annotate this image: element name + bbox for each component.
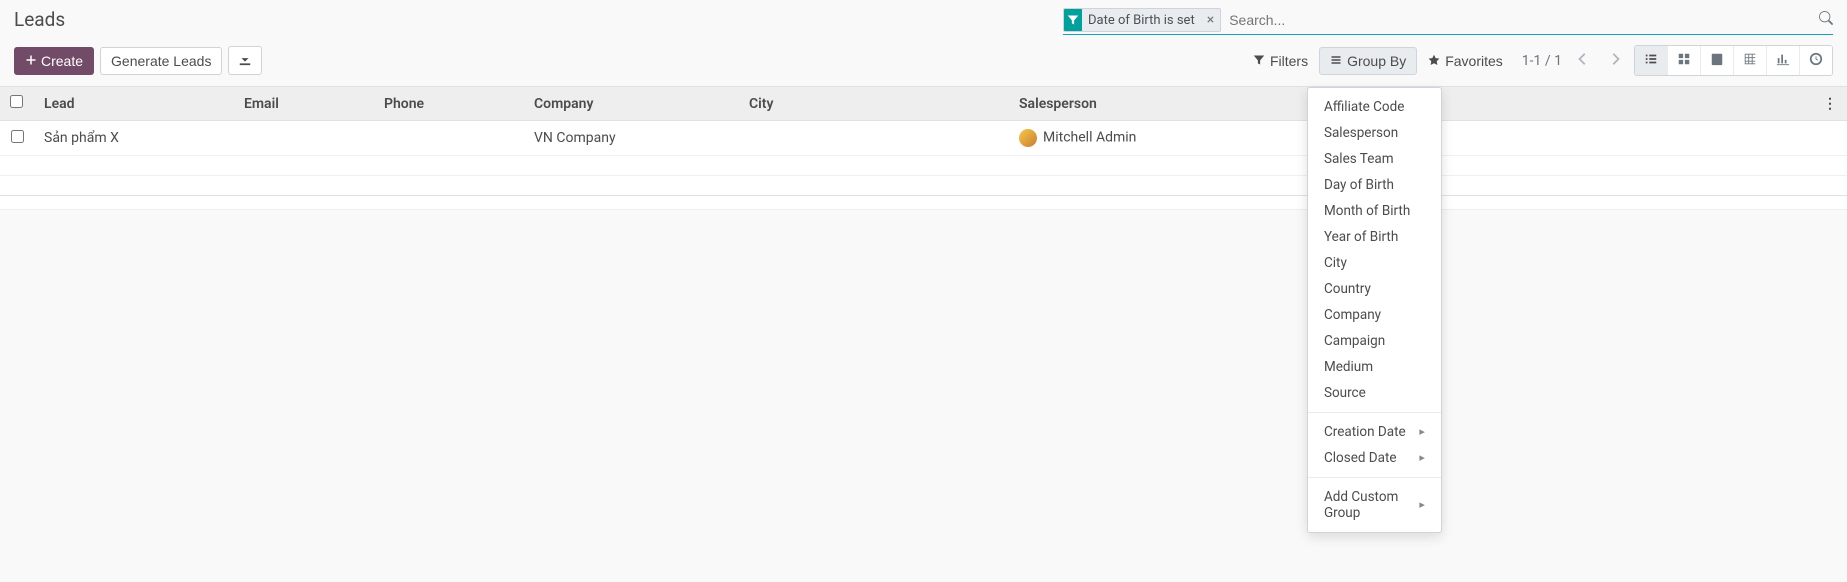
table-footer-stripe xyxy=(0,196,1847,210)
groupby-item-day-of-birth[interactable]: Day of Birth xyxy=(1308,172,1441,198)
select-all-checkbox[interactable] xyxy=(10,95,23,108)
filters-button[interactable]: Filters xyxy=(1242,47,1319,75)
avatar xyxy=(1019,129,1037,147)
filters-label: Filters xyxy=(1270,53,1308,69)
list-icon xyxy=(1644,52,1658,69)
chevron-right-icon: ▸ xyxy=(1419,498,1425,511)
col-company[interactable]: Company xyxy=(524,87,739,121)
generate-leads-label: Generate Leads xyxy=(111,53,211,69)
cell-company: VN Company xyxy=(524,121,739,156)
view-graph[interactable] xyxy=(1767,46,1800,75)
view-activity[interactable] xyxy=(1800,46,1832,75)
groupby-add-custom[interactable]: Add Custom Group ▸ xyxy=(1308,484,1441,526)
groupby-item-country[interactable]: Country xyxy=(1308,276,1441,302)
search-icon[interactable] xyxy=(1819,11,1833,29)
list-icon xyxy=(1330,53,1342,69)
groupby-item-year-of-birth[interactable]: Year of Birth xyxy=(1308,224,1441,250)
pager: 1-1 / 1 xyxy=(1522,48,1626,74)
groupby-label: Group By xyxy=(1347,53,1406,69)
download-icon xyxy=(238,52,252,69)
divider xyxy=(1308,477,1441,478)
select-all-header[interactable] xyxy=(0,87,34,121)
favorites-button[interactable]: Favorites xyxy=(1417,47,1514,75)
cell-email xyxy=(234,121,374,156)
table-empty-row xyxy=(0,156,1847,176)
favorites-label: Favorites xyxy=(1445,53,1503,69)
pager-prev[interactable] xyxy=(1572,48,1594,74)
groupby-item-salesperson[interactable]: Salesperson xyxy=(1308,120,1441,146)
view-switcher xyxy=(1634,45,1833,76)
search-bar[interactable]: Date of Birth is set × xyxy=(1063,8,1833,35)
cell-phone xyxy=(374,121,524,156)
page-title: Leads xyxy=(14,8,65,31)
download-button[interactable] xyxy=(228,46,262,75)
table-row[interactable]: Sản phẩm X VN Company Mitchell Admin Sal… xyxy=(0,121,1847,156)
groupby-item-sales-team[interactable]: Sales Team xyxy=(1308,146,1441,172)
create-button-label: Create xyxy=(41,53,83,69)
groupby-item-city[interactable]: City xyxy=(1308,250,1441,276)
cell-city xyxy=(739,121,1009,156)
cell-lead: Sản phẩm X xyxy=(34,121,234,156)
plus-icon xyxy=(25,53,37,69)
create-button[interactable]: Create xyxy=(14,47,94,75)
leads-table: Lead Email Phone Company City Salesperso… xyxy=(0,86,1847,196)
table-icon xyxy=(1743,52,1757,69)
chevron-right-icon: ▸ xyxy=(1419,451,1425,464)
pager-next[interactable] xyxy=(1604,48,1626,74)
close-icon[interactable]: × xyxy=(1201,12,1220,28)
grid-icon xyxy=(1677,52,1691,69)
groupby-button[interactable]: Group By xyxy=(1319,47,1417,75)
row-checkbox[interactable] xyxy=(11,130,24,143)
divider xyxy=(1308,412,1441,413)
kebab-icon: ⋮ xyxy=(1823,96,1837,112)
groupby-item-campaign[interactable]: Campaign xyxy=(1308,328,1441,354)
col-salesperson[interactable]: Salesperson xyxy=(1009,87,1309,121)
view-list[interactable] xyxy=(1635,46,1668,75)
col-options[interactable]: ⋮ xyxy=(1813,87,1847,121)
view-pivot[interactable] xyxy=(1734,46,1767,75)
cell-salesperson: Mitchell Admin xyxy=(1009,121,1309,156)
filter-chip-dob-set[interactable]: Date of Birth is set × xyxy=(1063,8,1221,32)
col-phone[interactable]: Phone xyxy=(374,87,524,121)
clock-icon xyxy=(1809,52,1823,69)
star-icon xyxy=(1428,53,1440,69)
groupby-item-source[interactable]: Source xyxy=(1308,380,1441,406)
view-kanban[interactable] xyxy=(1668,46,1701,75)
col-lead[interactable]: Lead xyxy=(34,87,234,121)
groupby-item-closed-date[interactable]: Closed Date ▸ xyxy=(1308,445,1441,471)
filter-chip-label: Date of Birth is set xyxy=(1082,11,1201,30)
search-input[interactable] xyxy=(1225,10,1813,30)
col-email[interactable]: Email xyxy=(234,87,374,121)
pager-text: 1-1 / 1 xyxy=(1522,53,1562,69)
groupby-item-company[interactable]: Company xyxy=(1308,302,1441,328)
table-empty-row xyxy=(0,176,1847,196)
view-calendar[interactable] xyxy=(1701,46,1734,75)
chevron-right-icon: ▸ xyxy=(1419,425,1425,438)
groupby-item-medium[interactable]: Medium xyxy=(1308,354,1441,380)
table-header-row: Lead Email Phone Company City Salesperso… xyxy=(0,87,1847,121)
calendar-icon xyxy=(1710,52,1724,69)
groupby-item-creation-date[interactable]: Creation Date ▸ xyxy=(1308,419,1441,445)
chart-icon xyxy=(1776,52,1790,69)
generate-leads-button[interactable]: Generate Leads xyxy=(100,47,222,75)
groupby-item-month-of-birth[interactable]: Month of Birth xyxy=(1308,198,1441,224)
col-city[interactable]: City xyxy=(739,87,1009,121)
groupby-dropdown: Affiliate Code Salesperson Sales Team Da… xyxy=(1307,87,1442,533)
groupby-item-affiliate-code[interactable]: Affiliate Code xyxy=(1308,94,1441,120)
funnel-icon xyxy=(1064,9,1082,31)
funnel-icon xyxy=(1253,53,1265,69)
